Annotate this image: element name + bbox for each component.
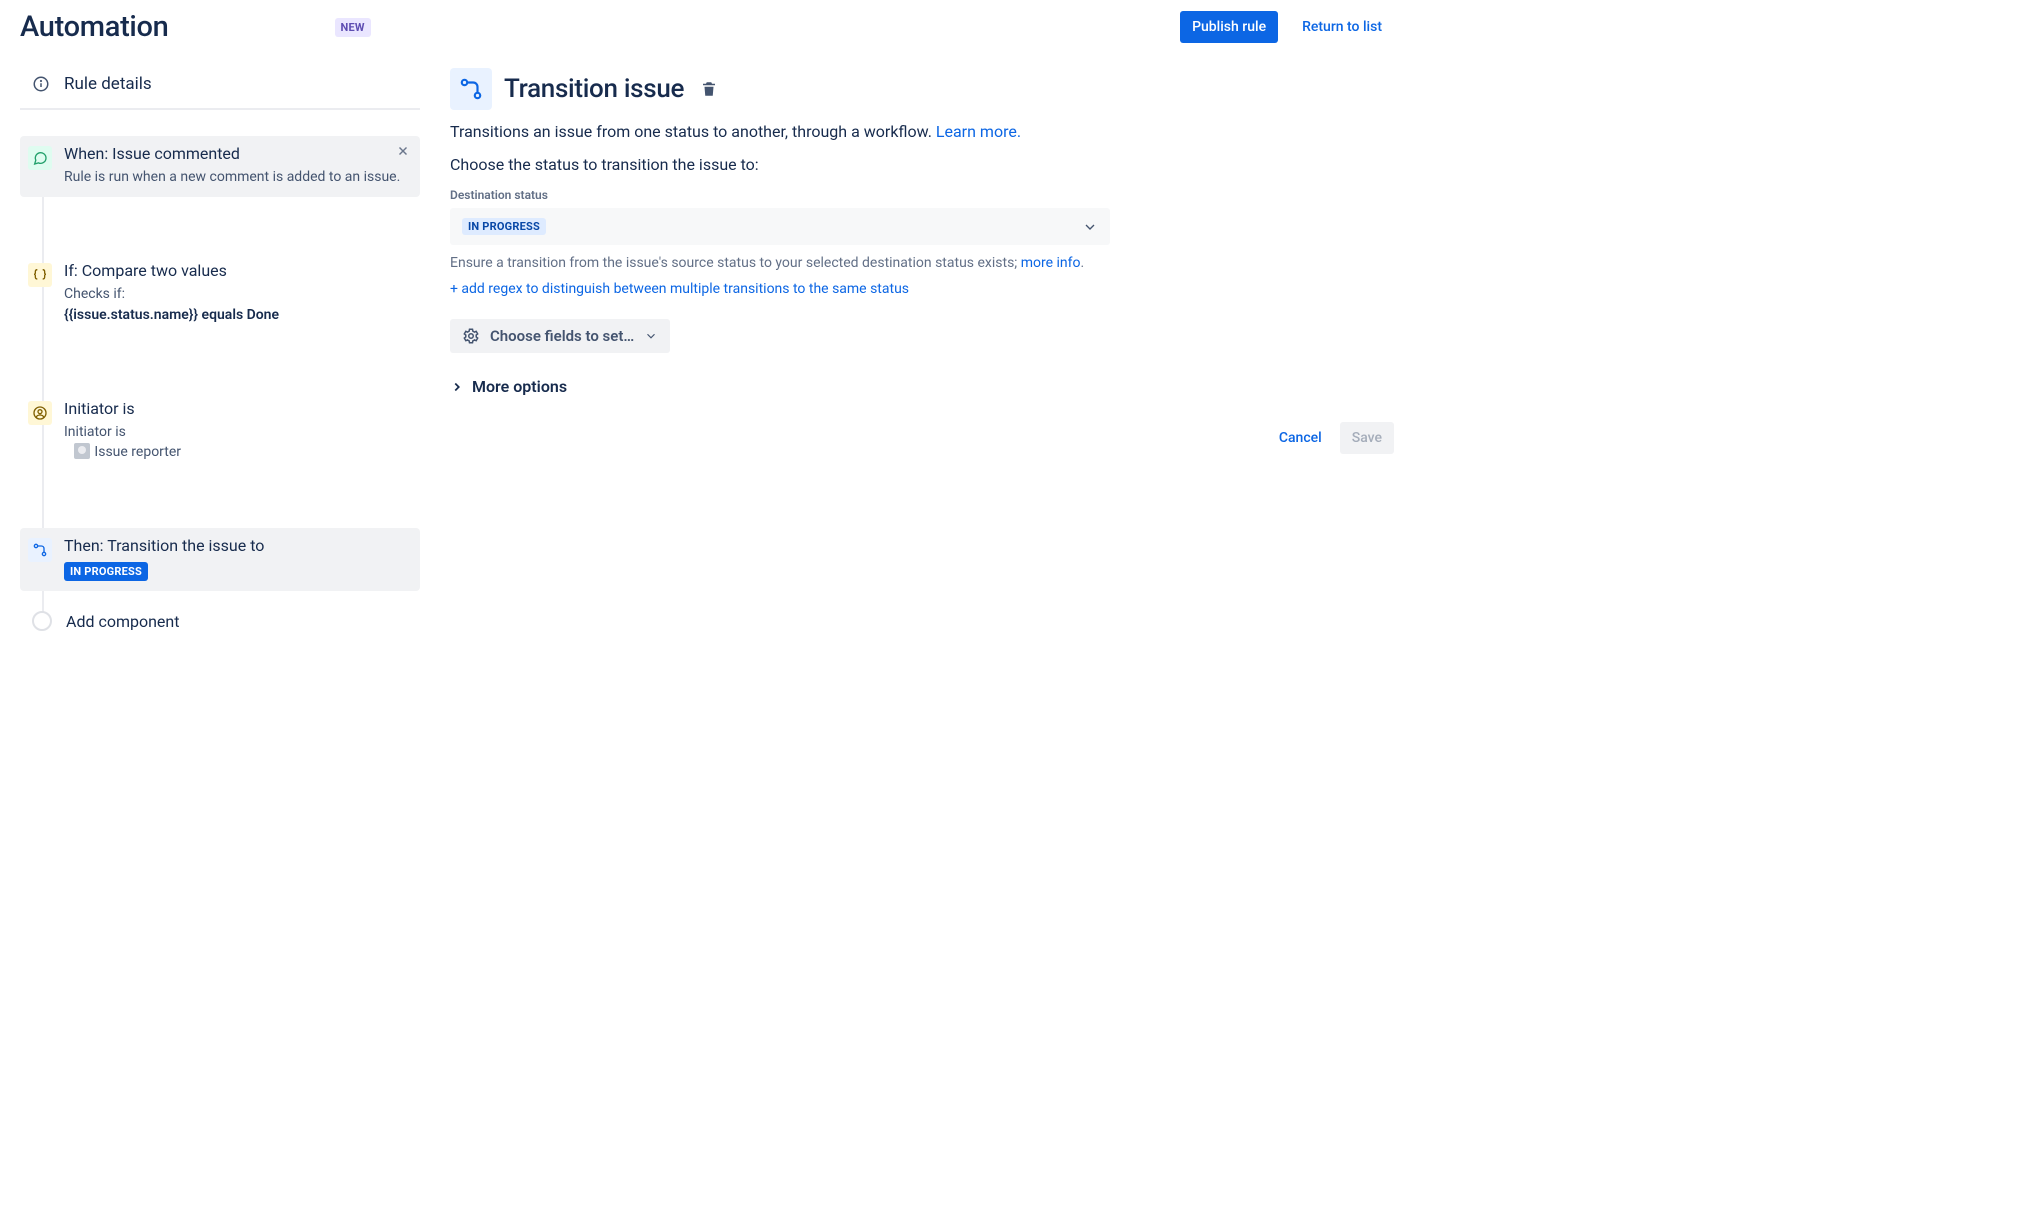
- more-info-link[interactable]: more info: [1021, 255, 1081, 271]
- action-status-lozenge: IN PROGRESS: [64, 562, 148, 581]
- publish-rule-button[interactable]: Publish rule: [1180, 11, 1278, 43]
- main-panel: Transition issue Transitions an issue fr…: [450, 64, 1394, 631]
- condition2-desc: Initiator is Issue reporter: [64, 422, 410, 463]
- rule-chain: When: Issue commented Rule is run when a…: [20, 136, 420, 631]
- main-title: Transition issue: [504, 74, 684, 104]
- action-transition-card[interactable]: Then: Transition the issue to IN PROGRES…: [20, 528, 420, 591]
- condition-compare-card[interactable]: If: Compare two values Checks if: {{issu…: [20, 253, 420, 335]
- condition2-value: Issue reporter: [94, 444, 181, 460]
- main-desc-text: Transitions an issue from one status to …: [450, 122, 936, 141]
- destination-helper-text: Ensure a transition from the issue's sou…: [450, 255, 1394, 271]
- destination-status-value: IN PROGRESS: [462, 218, 546, 235]
- condition1-expression: {{issue.status.name}} equals Done: [64, 307, 279, 323]
- save-button[interactable]: Save: [1340, 422, 1394, 454]
- chevron-down-icon: [644, 329, 658, 343]
- choose-fields-dropdown[interactable]: Choose fields to set…: [450, 319, 670, 353]
- header-actions: Publish rule Return to list: [1180, 11, 1394, 43]
- add-regex-link[interactable]: + add regex to distinguish between multi…: [450, 281, 909, 297]
- condition2-prefix: Initiator is: [64, 424, 126, 440]
- header: Automation NEW Publish rule Return to li…: [20, 10, 1394, 44]
- main-description: Transitions an issue from one status to …: [450, 122, 1394, 141]
- person-circle-icon: [28, 401, 52, 425]
- learn-more-link[interactable]: Learn more.: [936, 122, 1021, 141]
- main-header: Transition issue: [450, 68, 1394, 110]
- remove-trigger-button[interactable]: [396, 144, 410, 158]
- braces-icon: [28, 263, 52, 287]
- footer-actions: Cancel Save: [450, 422, 1394, 454]
- destination-status-select[interactable]: IN PROGRESS: [450, 208, 1110, 245]
- more-options-label: More options: [472, 377, 567, 396]
- condition1-desc: Checks if: {{issue.status.name}} equals …: [64, 284, 410, 325]
- action-title: Then: Transition the issue to: [64, 536, 410, 555]
- condition1-prefix: Checks if:: [64, 286, 125, 302]
- rule-sidebar: Rule details When: Issue commented Rule …: [20, 64, 420, 631]
- info-icon: [32, 75, 50, 93]
- condition1-title: If: Compare two values: [64, 261, 410, 280]
- add-component-label: Add component: [66, 612, 179, 631]
- gear-icon: [462, 327, 480, 345]
- comment-icon: [28, 146, 52, 170]
- page-title: Automation: [20, 10, 169, 44]
- cancel-button[interactable]: Cancel: [1267, 422, 1334, 454]
- trigger-card[interactable]: When: Issue commented Rule is run when a…: [20, 136, 420, 197]
- more-options-toggle[interactable]: More options: [450, 377, 1394, 396]
- chevron-right-icon: [450, 380, 464, 394]
- add-component-button[interactable]: Add component: [20, 611, 420, 631]
- rule-details-label: Rule details: [64, 74, 152, 94]
- destination-status-label: Destination status: [450, 188, 1394, 202]
- transition-icon: [28, 538, 52, 562]
- trigger-title: When: Issue commented: [64, 144, 410, 163]
- condition-initiator-card[interactable]: Initiator is Initiator is Issue reporter: [20, 391, 420, 473]
- new-badge: NEW: [335, 18, 371, 37]
- rule-details-item[interactable]: Rule details: [20, 64, 420, 110]
- return-to-list-button[interactable]: Return to list: [1290, 11, 1394, 43]
- trigger-desc: Rule is run when a new comment is added …: [64, 167, 410, 187]
- transition-large-icon: [450, 68, 492, 110]
- choose-status-label: Choose the status to transition the issu…: [450, 155, 1394, 174]
- condition2-title: Initiator is: [64, 399, 410, 418]
- delete-action-button[interactable]: [696, 76, 722, 102]
- helper-text-pre: Ensure a transition from the issue's sou…: [450, 255, 1021, 271]
- header-left: Automation NEW: [20, 10, 371, 44]
- add-circle-icon: [32, 611, 52, 631]
- choose-fields-label: Choose fields to set…: [490, 327, 634, 345]
- chevron-down-icon: [1082, 219, 1098, 235]
- avatar-icon: [74, 443, 90, 459]
